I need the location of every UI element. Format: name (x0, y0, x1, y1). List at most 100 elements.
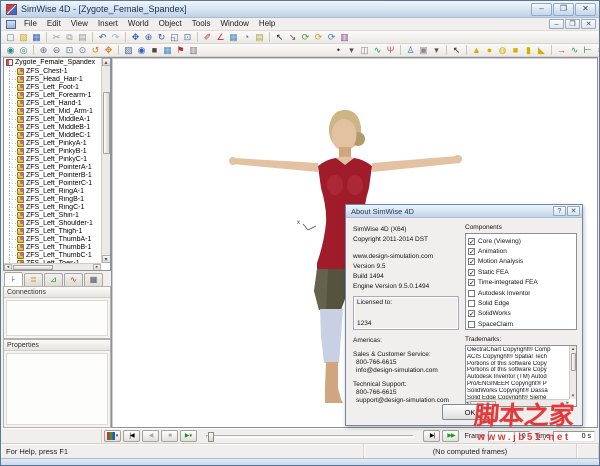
fast-forward-button[interactable]: ▶▶ (442, 430, 459, 442)
primitive-sphere-button[interactable]: ● (483, 45, 496, 56)
clip-button[interactable]: ▥ (187, 45, 200, 56)
primitive-wedge-button[interactable]: ◣ (535, 45, 548, 56)
restore-button[interactable]: ❐ (553, 3, 574, 16)
scroll-up-icon[interactable]: ▴ (102, 58, 111, 66)
tree-item[interactable]: ZFS_Left_RingC-1 (4, 203, 101, 211)
component-row[interactable]: Time-integrated FEA (468, 278, 574, 288)
coord-tool-button[interactable]: ◫ (358, 45, 371, 56)
motor-button[interactable]: ≡ (594, 45, 600, 56)
new-file-button[interactable]: ▢ (4, 32, 17, 43)
website-link[interactable]: www.design-simulation.com (353, 253, 459, 260)
scroll-left-icon[interactable]: ◂ (4, 264, 12, 271)
menu-item[interactable]: Edit (42, 18, 66, 30)
rotate-tool-button[interactable]: ↻ (155, 32, 168, 43)
tree-item[interactable]: ZFS_Left_PinkyB-1 (4, 147, 101, 155)
orbit-button[interactable]: ↺ (89, 45, 102, 56)
tab-object-list[interactable]: ≣ (24, 273, 43, 286)
tree-item[interactable]: ZFS_Left_Hand-1 (4, 99, 101, 107)
tree-item[interactable]: ZFS_Left_PinkyA-1 (4, 139, 101, 147)
tab-meters[interactable]: ⊿ (44, 273, 63, 286)
primitive-cone-button[interactable]: ▲ (470, 45, 483, 56)
paste-button[interactable]: ▤ (76, 32, 89, 43)
pan-button[interactable]: ✥ (102, 45, 115, 56)
timeline-slider[interactable] (206, 435, 414, 438)
properties-body[interactable] (6, 353, 108, 425)
tree-item[interactable]: ZFS_Left_RingA-1 (4, 187, 101, 195)
component-row[interactable]: Animation (468, 246, 574, 256)
zoom-window-button[interactable]: ◱ (168, 32, 181, 43)
cut-button[interactable]: ✂ (50, 32, 63, 43)
component-row[interactable]: SpaceClaim (468, 319, 574, 329)
note-tool-button[interactable]: ▤ (253, 32, 266, 43)
child-minimize-button[interactable]: – (549, 19, 564, 29)
menu-item[interactable]: Insert (93, 18, 123, 30)
child-close-button[interactable]: ✕ (581, 19, 596, 29)
run-settings-button[interactable] (104, 430, 121, 442)
menu-item[interactable]: Tools (187, 18, 216, 30)
primitive-torus-button[interactable]: ◍ (496, 45, 509, 56)
display-solid-button[interactable]: ■ (148, 45, 161, 56)
tree-item[interactable]: ZFS_Left_PointerA-1 (4, 163, 101, 171)
scroll-thumb[interactable] (13, 265, 53, 270)
child-restore-button[interactable]: ❐ (565, 19, 580, 29)
zoom-box-button[interactable]: ⊡ (63, 45, 76, 56)
scroll-down-icon[interactable]: ▾ (572, 393, 575, 399)
angle-tool-button[interactable]: ∠ (214, 32, 227, 43)
child-window-icon[interactable] (6, 20, 16, 29)
tree-item[interactable]: ZFS_Left_Thigh-1 (4, 227, 101, 235)
rotate-y-button[interactable]: ⟳ (312, 32, 325, 43)
scroll-right-icon[interactable]: ▸ (93, 264, 101, 271)
tree-item[interactable]: ZFS_Left_Foot-1 (4, 83, 101, 91)
scroll-thumb[interactable] (571, 353, 576, 371)
wireframe-view-button[interactable]: ◎ (17, 45, 30, 56)
dialog-close-button[interactable]: ✕ (567, 206, 580, 216)
frame-field[interactable]: 0 (488, 431, 530, 442)
tree-item[interactable]: ZFS_Left_Shin-1 (4, 211, 101, 219)
measure-tool-button[interactable]: ✐ (201, 32, 214, 43)
tab-fea[interactable]: ▦ (84, 273, 103, 286)
menu-item[interactable]: View (66, 18, 93, 30)
copy-button[interactable]: ⧉ (63, 32, 76, 43)
tree-item[interactable]: ZFS_Left_ThumbA-1 (4, 235, 101, 243)
display-grid-button[interactable]: ▦ (161, 45, 174, 56)
mannequin-button[interactable]: ♙ (404, 45, 417, 56)
component-row[interactable]: Solid Edge (468, 298, 574, 308)
rotate-z-button[interactable]: ⟳ (325, 32, 338, 43)
scene-tree[interactable]: Zygote_Female_Spandex ZFS_Chest-1 ZFS_He… (3, 57, 111, 271)
dialog-title-bar[interactable]: About SimWise 4D ? ✕ (346, 205, 582, 218)
support-email[interactable]: support@design-simulation.com (356, 397, 459, 404)
step-forward-button[interactable]: ▶| (423, 430, 440, 442)
primitive-box-button[interactable]: ■ (509, 45, 522, 56)
menu-item[interactable]: World (123, 18, 154, 30)
connections-body[interactable] (6, 300, 108, 336)
primitive-cylinder-button[interactable]: ▮ (522, 45, 535, 56)
point-menu-button[interactable]: ▾ (345, 45, 358, 56)
scroll-thumb[interactable] (103, 92, 110, 154)
time-field[interactable]: 0 s (553, 431, 595, 442)
attach-tool-button[interactable]: ⊕ (142, 32, 155, 43)
slider-joint-button[interactable]: ⊢ (581, 45, 594, 56)
component-row[interactable]: Autodesk Inventor (468, 288, 574, 298)
display-sphere-button[interactable]: ◉ (135, 45, 148, 56)
zoom-in-button[interactable]: ⊕ (37, 45, 50, 56)
trademarks-vscrollbar[interactable]: ▴ ▾ (569, 346, 576, 399)
component-row[interactable]: Core (Viewing) (468, 236, 574, 246)
grid-tool-button[interactable]: ▦ (227, 32, 240, 43)
trademarks-list[interactable]: OlectraChart Copyright® CompACIS Copyrig… (465, 345, 577, 407)
select-body-button[interactable]: ↘ (286, 32, 299, 43)
redo-button[interactable]: ↷ (109, 32, 122, 43)
meter-tool-button[interactable]: ◔ (240, 32, 253, 43)
tree-item[interactable]: ZFS_Left_Forearm-1 (4, 91, 101, 99)
step-back-button[interactable]: ◀ (142, 430, 159, 442)
tree-hscrollbar[interactable]: ◂ ▸ (4, 263, 101, 270)
tree-item[interactable]: ZFS_Left_MiddleA-1 (4, 115, 101, 123)
body-menu-button[interactable]: ▾ (430, 45, 443, 56)
menu-item[interactable]: Help (254, 18, 280, 30)
menu-item[interactable]: Object (154, 18, 187, 30)
open-file-button[interactable]: ▨ (17, 32, 30, 43)
point-tool-button[interactable]: • (332, 45, 345, 56)
zoom-extents-button[interactable]: ⊡ (181, 32, 194, 43)
keyframe-button[interactable]: ▥ (338, 32, 351, 43)
menu-item[interactable]: File (19, 18, 42, 30)
move-tool-button[interactable]: ✥ (129, 32, 142, 43)
